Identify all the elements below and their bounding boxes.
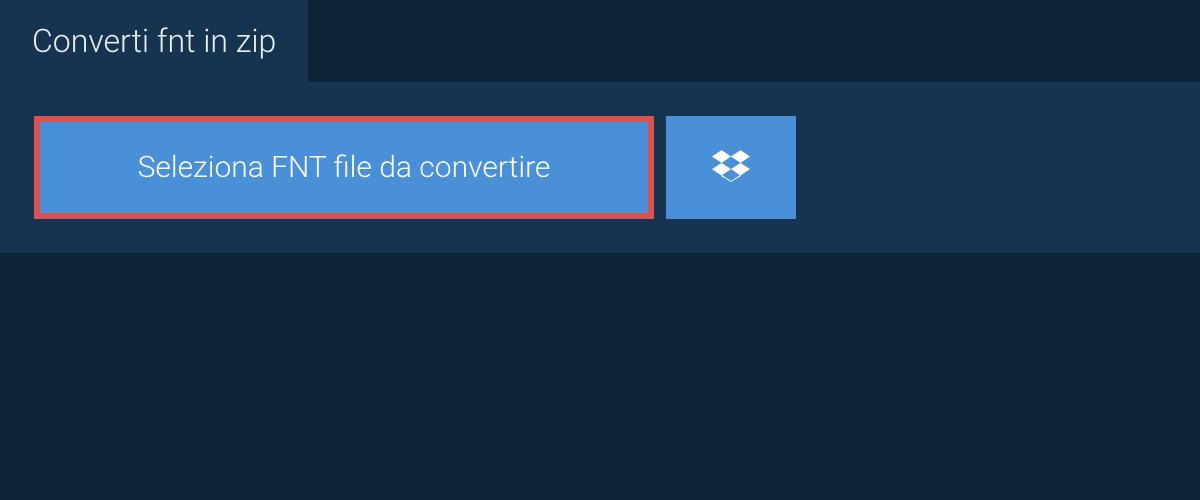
dropbox-button[interactable]	[666, 116, 796, 219]
dropbox-icon	[712, 147, 750, 189]
select-file-button[interactable]: Seleziona FNT file da convertire	[34, 116, 654, 219]
tab-title: Converti fnt in zip	[32, 22, 276, 60]
tab-convert[interactable]: Converti fnt in zip	[0, 0, 308, 82]
content-panel: Seleziona FNT file da convertire	[0, 82, 1200, 253]
select-file-label: Seleziona FNT file da convertire	[138, 150, 551, 185]
